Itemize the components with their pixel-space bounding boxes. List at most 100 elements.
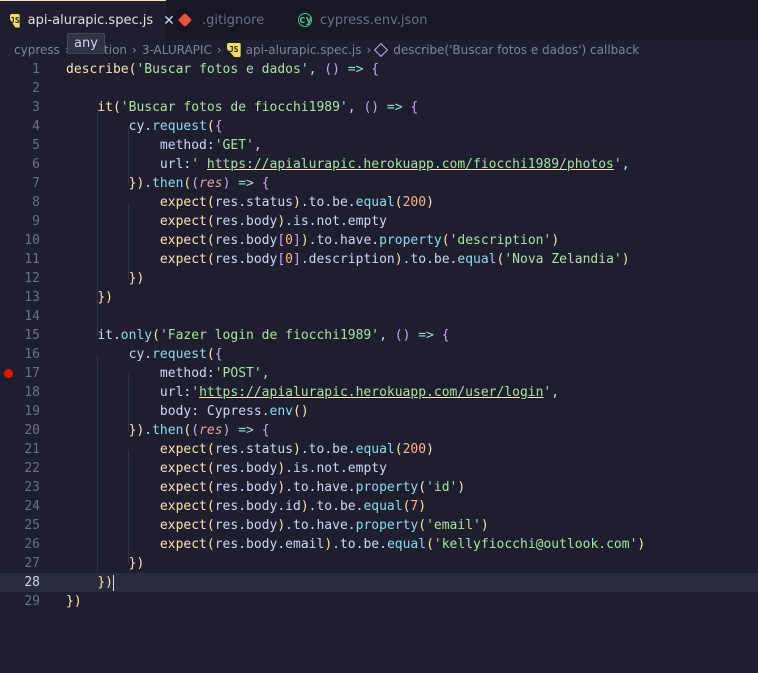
javascript-file-icon: JS: [10, 13, 20, 28]
code-line[interactable]: 11 expect(res.body[0].description).to.be…: [0, 250, 758, 269]
line-number: 28: [24, 575, 40, 590]
code-text: expect(res.body.email).to.be.equal('kell…: [159, 537, 646, 552]
code-line[interactable]: 15 it.only('Fazer login de fiocchi1989',…: [0, 326, 758, 345]
code-line[interactable]: 23 expect(res.body).to.have.property('id…: [0, 478, 758, 497]
code-text: expect(res.body).to.have.property('email…: [159, 518, 489, 533]
code-line[interactable]: 18 url:'https://apialurapic.herokuapp.co…: [0, 383, 758, 402]
code-text: it.only('Fazer login de fiocchi1989', ()…: [97, 328, 450, 343]
line-number: 12: [24, 271, 40, 286]
line-number: 22: [24, 461, 40, 476]
code-line[interactable]: 4 cy.request({: [0, 117, 758, 136]
code-line[interactable]: 17 method:'POST',: [0, 364, 758, 383]
code-line[interactable]: 6 url:' https://apialurapic.herokuapp.co…: [0, 155, 758, 174]
code-line[interactable]: 1 describe('Buscar fotos e dados', () => …: [0, 60, 758, 79]
line-number: 6: [32, 157, 40, 172]
code-text: cy.request({: [128, 119, 223, 134]
code-line[interactable]: 28 }): [0, 573, 758, 592]
line-number: 25: [24, 518, 40, 533]
code-text: url:' https://apialurapic.herokuapp.com/…: [159, 157, 630, 172]
line-number: 7: [32, 176, 40, 191]
breadcrumb: cypress › ation › 3-ALURAPIC › JS api-al…: [0, 40, 758, 60]
code-text: expect(res.body).to.have.property('id'): [159, 480, 466, 495]
line-number: 24: [24, 499, 40, 514]
code-line[interactable]: 7 }).then((res) => {: [0, 174, 758, 193]
code-line[interactable]: 21 expect(res.status).to.be.equal(200): [0, 440, 758, 459]
code-text: expect(res.body).is.not.empty: [159, 461, 387, 476]
cypress-icon: cy: [298, 13, 313, 27]
code-line[interactable]: 12 }): [0, 269, 758, 288]
chevron-right-icon: ›: [366, 43, 372, 57]
code-text: expect(res.status).to.be.equal(200): [159, 442, 434, 457]
hover-tooltip: any: [67, 33, 105, 54]
symbol-method-icon: [374, 42, 389, 58]
code-text: }): [128, 556, 145, 571]
breadcrumb-item[interactable]: cypress: [14, 43, 60, 57]
code-text: }).then((res) => {: [128, 176, 270, 191]
code-line[interactable]: 20 }).then((res) => {: [0, 421, 758, 440]
line-number: 1: [32, 62, 40, 77]
code-line[interactable]: 16 cy.request({: [0, 345, 758, 364]
code-line[interactable]: 22 expect(res.body).is.not.empty: [0, 459, 758, 478]
code-line[interactable]: 26 expect(res.body.email).to.be.equal('k…: [0, 535, 758, 554]
code-text: it('Buscar fotos de fiocchi1989', () => …: [97, 100, 419, 115]
code-text: method:'POST',: [159, 366, 270, 381]
code-text: expect(res.body.id).to.be.equal(7): [159, 499, 427, 514]
line-number: 3: [32, 100, 40, 115]
tab-cypress-env[interactable]: cy cypress.env.json: [298, 0, 427, 40]
code-text: cy.request({: [128, 347, 223, 362]
close-icon[interactable]: ✕: [163, 13, 175, 29]
line-number: 10: [24, 233, 40, 248]
code-text: }): [128, 271, 145, 286]
tab-gitignore[interactable]: .gitignore: [177, 0, 264, 40]
git-icon: [177, 12, 193, 28]
line-number: 20: [24, 423, 40, 438]
breadcrumb-item[interactable]: api-alurapic.spec.js: [246, 43, 362, 57]
line-number: 4: [32, 119, 40, 134]
code-line[interactable]: 3 it('Buscar fotos de fiocchi1989', () =…: [0, 98, 758, 117]
code-text: describe('Buscar fotos e dados', () => {: [66, 62, 380, 77]
code-line[interactable]: 13 }): [0, 288, 758, 307]
code-text: url:'https://apialurapic.herokuapp.com/u…: [159, 385, 560, 400]
line-number: 18: [24, 385, 40, 400]
breadcrumb-item[interactable]: describe('Buscar fotos e dados') callbac…: [393, 43, 639, 57]
code-text: expect(res.status).to.be.equal(200): [159, 195, 434, 210]
code-text: expect(res.body).is.not.empty: [159, 214, 387, 229]
code-text: expect(res.body[0]).to.have.property('de…: [159, 233, 560, 248]
line-number: 2: [32, 81, 40, 96]
code-line[interactable]: 19 body: Cypress.env(): [0, 402, 758, 421]
code-line[interactable]: 29}): [0, 592, 758, 611]
line-number: 14: [24, 309, 40, 324]
chevron-right-icon: ›: [132, 43, 137, 57]
code-text: }): [66, 594, 82, 609]
code-text: }).then((res) => {: [128, 423, 270, 438]
tab-label: cypress.env.json: [320, 12, 428, 28]
code-line[interactable]: 2: [0, 79, 758, 98]
code-text: body: Cypress.env(): [159, 404, 309, 419]
code-line[interactable]: 9 expect(res.body).is.not.empty: [0, 212, 758, 231]
javascript-file-icon: JS: [226, 43, 241, 57]
text-cursor: [112, 574, 114, 591]
code-editor[interactable]: 1 describe('Buscar fotos e dados', () => …: [0, 60, 758, 673]
code-line[interactable]: 25 expect(res.body).to.have.property('em…: [0, 516, 758, 535]
line-number: 5: [32, 138, 40, 153]
line-number: 13: [24, 290, 40, 305]
line-number: 23: [24, 480, 40, 495]
code-line[interactable]: 14: [0, 307, 758, 326]
line-number: 8: [32, 195, 40, 210]
code-line[interactable]: 5 method:'GET',: [0, 136, 758, 155]
breadcrumb-item[interactable]: 3-ALURAPIC: [142, 43, 212, 57]
line-number: 27: [24, 556, 40, 571]
code-line[interactable]: 27 }): [0, 554, 758, 573]
line-number: 26: [24, 537, 40, 552]
code-text: method:'GET',: [159, 138, 262, 153]
chevron-right-icon: ›: [216, 43, 222, 57]
code-line[interactable]: 24 expect(res.body.id).to.be.equal(7): [0, 497, 758, 516]
code-text: expect(res.body[0].description).to.be.eq…: [159, 252, 630, 267]
code-line[interactable]: 8 expect(res.status).to.be.equal(200): [0, 193, 758, 212]
line-number: 17: [24, 366, 40, 381]
code-text: }): [97, 290, 113, 305]
code-line[interactable]: 10 expect(res.body[0]).to.have.property(…: [0, 231, 758, 250]
line-number: 9: [32, 214, 40, 229]
code-text: }): [97, 574, 114, 591]
line-number: 15: [24, 328, 40, 343]
